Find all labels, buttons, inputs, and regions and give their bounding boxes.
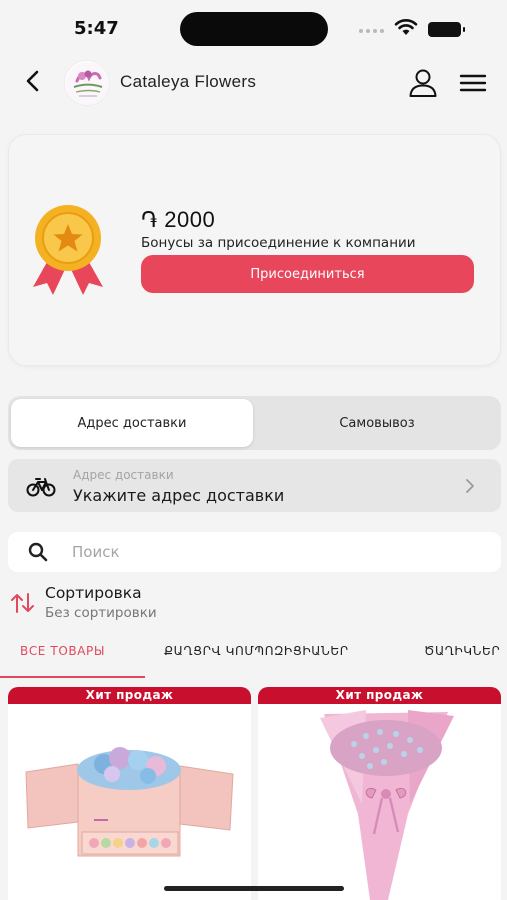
sort-title: Сортировка [45,584,142,602]
search-bar [8,532,501,572]
tab-pickup[interactable]: Самовывоз [256,399,498,447]
back-arrow-icon[interactable] [20,68,46,94]
store-logo [64,60,110,106]
sort-current-value: Без сортировки [45,605,157,621]
bonus-amount: ֏ 2000 [141,207,216,232]
product-card[interactable]: Хит продаж [8,687,251,900]
product-card[interactable]: Хит продаж [258,687,501,900]
tab-flowers[interactable]: ԾԱՂԻԿՆԵՐ [424,644,500,658]
status-time: 5:47 [74,18,119,39]
status-bar: 5:47 [0,0,507,56]
address-label: Адрес доставки [73,468,174,482]
bestseller-badge: Хит продаж [258,687,501,704]
signal-icon [359,29,384,33]
chevron-right-icon [466,479,474,493]
tab-flower-compositions[interactable]: ՔԱՂՑՐՎ ԿՈՄՊՈԶԻՑԻԱՆԵՐ [164,644,349,658]
tab-all-products[interactable]: ВСЕ ТОВАРЫ [20,644,105,658]
search-icon [28,542,48,562]
search-input[interactable] [72,536,482,568]
join-button[interactable]: Присоединиться [141,255,474,293]
tab-delivery-address[interactable]: Адрес доставки [11,399,253,447]
sort-arrows-icon [11,593,34,613]
dynamic-island [180,12,328,46]
sort-selector[interactable]: Сортировка Без сортировки [8,580,268,624]
delivery-address-selector[interactable]: Адрес доставки Укажите адрес доставки [8,459,501,512]
store-title: Cataleya Flowers [120,72,257,91]
active-tab-indicator [0,676,145,678]
bicycle-icon [26,478,56,497]
home-indicator [164,886,344,891]
hamburger-menu-icon[interactable] [458,70,488,96]
bonus-card: ֏ 2000 Бонусы за присоединение к компани… [8,134,501,366]
product-image-bouquet [258,704,501,900]
app-header: Cataleya Flowers [0,58,507,106]
user-profile-icon[interactable] [406,66,440,100]
wifi-icon [394,19,418,35]
award-medal-icon [33,205,103,295]
bonus-description: Бонусы за присоединение к компании [141,235,416,251]
product-image-gift-box [8,704,251,900]
bestseller-badge: Хит продаж [8,687,251,704]
address-value: Укажите адрес доставки [73,486,285,505]
battery-icon [428,22,465,37]
delivery-mode-tabs: Адрес доставки Самовывоз [8,396,501,450]
category-tabs: ВСЕ ТОВАРЫ ՔԱՂՑՐՎ ԿՈՄՊՈԶԻՑԻԱՆԵՐ ԾԱՂԻԿՆԵՐ [0,632,507,680]
